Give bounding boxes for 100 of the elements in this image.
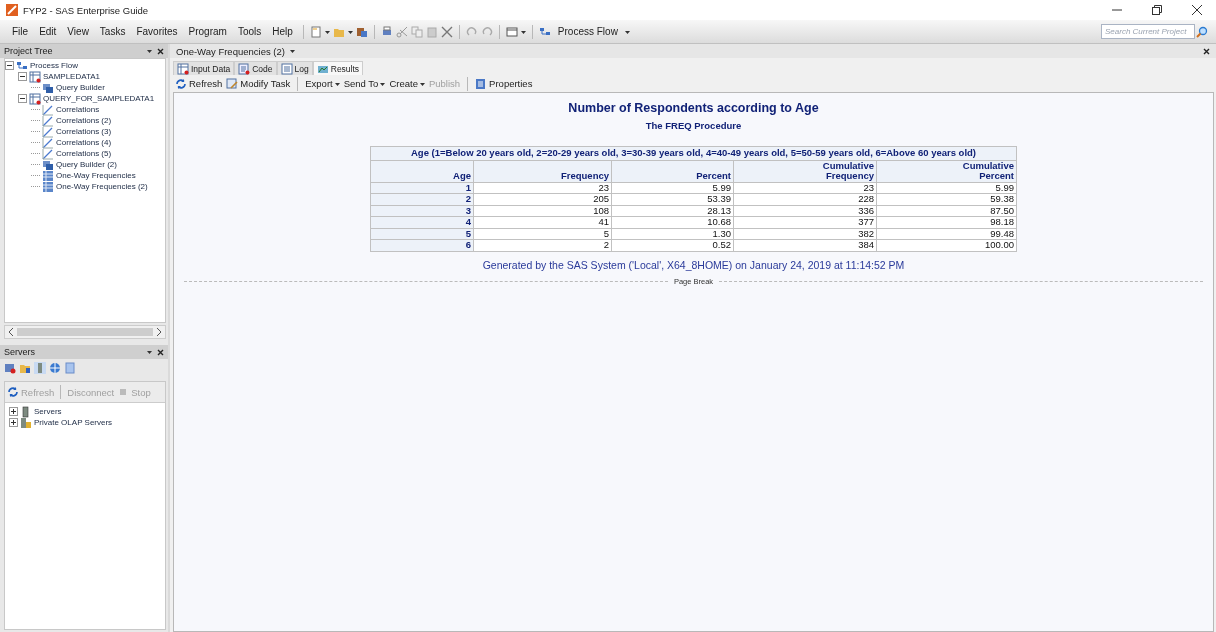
tree-item[interactable]: Servers (34, 407, 62, 416)
list-icon (475, 77, 488, 90)
delete-icon[interactable] (440, 25, 453, 38)
toolbar-button[interactable]: Export (305, 78, 340, 89)
maximize-icon[interactable] (1152, 5, 1162, 15)
tree-item[interactable]: Correlations (4) (56, 138, 112, 147)
column-header: Age (370, 160, 474, 182)
table-cell: 99.48 (876, 228, 1017, 240)
collapse-icon[interactable] (18, 94, 27, 103)
chart-line-icon (42, 114, 54, 127)
table-cell: 205 (473, 193, 612, 205)
document-title[interactable]: One-Way Frequencies (2) (176, 45, 285, 57)
menu-item[interactable]: Tools (233, 26, 266, 37)
table-cell: 100.00 (876, 239, 1017, 251)
scroll-thumb[interactable] (17, 328, 153, 336)
tree-item[interactable]: Correlations (2) (56, 116, 112, 125)
flow-icon (16, 59, 28, 72)
toolbar-button[interactable]: Properties (475, 77, 533, 90)
tree-item[interactable]: Query Builder (2) (56, 160, 117, 169)
table-cell: 5 (473, 228, 612, 240)
arrow-left-icon[interactable] (8, 328, 14, 336)
toolbar-button[interactable]: Modify Task (226, 77, 291, 90)
table-cell: 382 (733, 228, 877, 240)
tab[interactable]: Log (276, 61, 313, 75)
folder-icon[interactable] (19, 362, 31, 374)
expand-icon[interactable] (9, 418, 18, 427)
search-field[interactable]: Search Current Project (1101, 24, 1195, 39)
menu-item[interactable]: Help (268, 26, 297, 37)
close-icon[interactable] (1203, 46, 1210, 56)
menu-item[interactable]: Tasks (95, 26, 130, 37)
flow-icon (538, 25, 551, 38)
panel-title: Project Tree (4, 46, 53, 56)
column-header: Cumulative Percent (876, 160, 1017, 182)
chart-line-icon (42, 136, 54, 149)
table-icon (29, 70, 41, 83)
scrollbar[interactable] (4, 325, 166, 339)
menu-item[interactable]: Edit (35, 26, 61, 37)
footnote: Generated by the SAS System ('Local', X64_8HOME) on January 24, 2019 at 11:14:52 PM (482, 258, 905, 271)
tree-item[interactable]: SAMPLEDATA1 (43, 72, 101, 81)
server-icon (20, 416, 32, 429)
toolbar-button[interactable]: Create (389, 78, 425, 89)
tab[interactable]: Input Data (173, 61, 235, 75)
chart-line-icon (42, 125, 54, 138)
table-cell: 108 (473, 205, 612, 217)
tab[interactable]: Code (234, 61, 277, 75)
row-header: 3 (370, 205, 474, 217)
printer-icon[interactable] (380, 25, 393, 38)
table-cell: 1.30 (611, 228, 734, 240)
row-header: 5 (370, 228, 474, 240)
tree-item[interactable]: Query Builder (56, 83, 105, 92)
arrow-right-icon[interactable] (156, 328, 162, 336)
expand-icon[interactable] (9, 407, 18, 416)
table-cell: 5.99 (611, 182, 734, 194)
table-cell: 53.39 (611, 193, 734, 205)
server-add-icon[interactable] (4, 362, 16, 374)
code-icon (238, 62, 251, 75)
process-flow-dropdown[interactable]: Process Flow (553, 26, 622, 37)
menu-item[interactable]: File (8, 26, 33, 37)
menu-item[interactable]: Program (184, 26, 231, 37)
edit-icon (226, 77, 239, 90)
table-cell: 23 (733, 182, 877, 194)
tree-item[interactable]: Process Flow (30, 61, 78, 70)
collapse-icon[interactable] (18, 72, 27, 81)
table-cell: 59.38 (876, 193, 1017, 205)
tree-item[interactable]: QUERY_FOR_SAMPLEDATA1 (43, 94, 155, 103)
table-cell: 41 (473, 216, 612, 228)
table-cell: 336 (733, 205, 877, 217)
tree-item[interactable]: One-Way Frequencies (56, 171, 136, 180)
close-icon[interactable] (157, 46, 164, 56)
globe-icon[interactable] (49, 362, 61, 374)
tree-item[interactable]: Correlations (5) (56, 149, 112, 158)
row-header: 1 (370, 182, 474, 194)
server-icon[interactable] (34, 362, 46, 374)
search-icon[interactable] (1196, 25, 1208, 38)
collapse-icon[interactable] (5, 61, 14, 70)
table-cell: 28.13 (611, 205, 734, 217)
panel-title: Servers (4, 347, 35, 357)
table-cell: 98.18 (876, 216, 1017, 228)
close-icon[interactable] (1192, 5, 1202, 15)
table-cell: 377 (733, 216, 877, 228)
chart-line-icon (42, 147, 54, 160)
scissors-icon[interactable] (395, 25, 408, 38)
tree-item[interactable]: One-Way Frequencies (2) (56, 182, 148, 191)
chart-line-icon (42, 103, 54, 116)
report-subtitle: The FREQ Procedure (645, 120, 742, 131)
toolbar-button[interactable]: Send To (343, 78, 386, 89)
tab[interactable]: Results (312, 61, 364, 75)
grid-icon (42, 180, 54, 193)
tree-item[interactable]: Private OLAP Servers (34, 418, 113, 427)
menu-item[interactable]: View (63, 26, 93, 37)
tree-item[interactable]: Correlations (3) (56, 127, 112, 136)
log-icon (280, 62, 293, 75)
close-icon[interactable] (157, 347, 164, 357)
app-icon (6, 4, 18, 16)
table-cell: 5.99 (876, 182, 1017, 194)
table-cell: 384 (733, 239, 877, 251)
menu-item[interactable]: Favorites (132, 26, 182, 37)
tree-item[interactable]: Correlations (56, 105, 100, 114)
toolbar-button[interactable]: Refresh (175, 77, 223, 90)
window-icon[interactable] (505, 25, 518, 38)
